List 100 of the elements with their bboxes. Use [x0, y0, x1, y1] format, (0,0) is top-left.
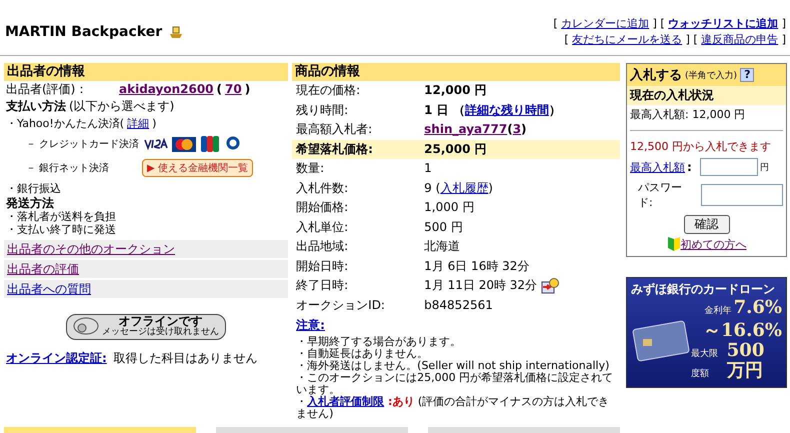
rate-high: ～16.6% [703, 321, 782, 341]
password-label: パスワード: [638, 180, 684, 210]
field-label: 数量: [296, 160, 326, 177]
value-link[interactable]: shin_aya777 [424, 120, 508, 140]
shipping-note: ・支払い終了時に発送 [6, 223, 116, 236]
section-heading: 出品者の情報 [4, 63, 288, 81]
bracket: ] [652, 17, 657, 30]
bid-title: 入札する [630, 66, 682, 84]
seller-link[interactable]: 出品者の評価 [4, 260, 288, 278]
payment-title: 支払い方法 [6, 98, 66, 115]
password-input[interactable] [700, 184, 783, 206]
restriction-link[interactable]: 入札者評価制限 [307, 395, 384, 408]
bracket: [ [553, 17, 559, 30]
card-loan-banner[interactable]: みずほ銀行のカードローン 金利年 7.6% ～16.6% 最大限度額 500万円 [626, 277, 787, 388]
offline-title: オフラインです [118, 316, 203, 327]
payment-note: (以下から選べます) [69, 98, 174, 115]
status-heading: 現在の入札状況 [627, 86, 786, 105]
bracket: [ [564, 33, 570, 46]
beginner-mark-icon [666, 236, 680, 252]
field-label: 終了日時: [296, 277, 350, 294]
field-label: 現在の価格: [296, 82, 362, 99]
rate-low: 7.6% [734, 298, 782, 318]
payment-method: ・銀行振込 [6, 181, 61, 196]
header-link[interactable]: ウォッチリストに追加 [668, 17, 778, 30]
notice-link[interactable]: 注意: [296, 317, 325, 334]
seller-link[interactable]: 出品者のその他のオークション [4, 240, 288, 258]
field-label: 入札単位: [296, 218, 350, 236]
bracket: ] [780, 33, 786, 46]
field-label: 開始日時: [296, 258, 350, 274]
highest-bid: 最高入札額: 12,000 円 [629, 107, 746, 123]
paren: ) [152, 116, 156, 132]
bank-list-button[interactable]: ▶ 使える金融機関一覧 [142, 159, 253, 177]
yen-unit: 円 [760, 162, 769, 174]
field-value: 1,000 円 [424, 199, 474, 216]
field-value: 1月 11日 20時 32分 [424, 277, 538, 294]
field-value: 9 ( [424, 180, 440, 196]
field-label: 残り時間: [296, 102, 350, 118]
field-label: 希望落札価格: [296, 140, 374, 158]
field-value: ） [548, 102, 561, 118]
field-value: 12,000 円 [424, 82, 487, 99]
notice-item: ・自動延長はありません。 [295, 348, 430, 360]
banner-headline: みずほ銀行のカードローン [631, 281, 776, 298]
certificate-link[interactable]: オンライン認定証: [6, 350, 107, 367]
notice-item: ・早期終了する場合があります。 [295, 336, 462, 348]
field-label: 開始価格: [296, 199, 350, 216]
bracket: ] [684, 33, 690, 46]
seller-link[interactable]: 出品者への質問 [4, 280, 288, 298]
max-bid-input[interactable] [700, 158, 758, 176]
colon: : [687, 160, 692, 174]
rating-link[interactable]: 70 [225, 81, 242, 98]
header-link[interactable]: 友だちにメールを送る [572, 33, 682, 46]
shipping-note: ・落札者が送料を負担 [6, 210, 116, 223]
value-link[interactable]: 3 [512, 120, 522, 140]
seller-name-link[interactable]: akidayon2600 [119, 81, 214, 98]
field-value: 1 日 （ [424, 102, 465, 118]
field-value: 1月 6日 16時 32分 [424, 258, 530, 274]
field-value: ) [488, 180, 493, 196]
paren: ( [216, 81, 222, 98]
field-value: 500 円 [424, 218, 463, 236]
speech-bubble-icon [73, 317, 100, 337]
payment-method: － クレジットカード決済 [26, 138, 138, 152]
header-link[interactable]: カレンダーに追加 [561, 17, 650, 30]
card-brand-icon [172, 136, 196, 152]
header-link[interactable]: 違反商品の申告 [701, 33, 778, 46]
card-brand-icon [200, 136, 220, 152]
field-label: 入札件数: [296, 180, 350, 196]
section-heading: 商品の情報 [292, 63, 620, 81]
field-value: 25,000 円 [424, 140, 487, 158]
field-value: b84852561 [424, 296, 493, 314]
limit-amount: 500万円 [726, 341, 766, 381]
value-link[interactable]: 詳細な残り時間 [464, 100, 549, 120]
beginner-link[interactable]: 初めての方へ [680, 236, 746, 252]
bid-title-note: (半角で入力) [685, 70, 738, 82]
notice-item: ・海外発送はしません。(Seller will not ship internationally) [295, 360, 610, 372]
offline-note: メッセージは受け取れません [102, 327, 220, 338]
confirm-button[interactable]: 確認 [684, 215, 730, 234]
field-value: ) [521, 121, 527, 138]
value-link[interactable]: 入札履歴 [440, 178, 488, 198]
payment-method: ・Yahoo!かんたん決済( [6, 116, 124, 132]
limit-label: 最大限度額 [691, 348, 720, 381]
page-title: MARTIN Backpacker [5, 24, 162, 40]
boat-icon [168, 24, 184, 40]
field-value: 北海道 [424, 238, 460, 255]
field-label: オークションID: [296, 296, 386, 314]
notice-item: ・入札者評価制限 :あり (評価の合計がマイナスの方は入札できません) [295, 396, 610, 420]
payment-method: － 銀行ネット決済 [26, 162, 110, 176]
shipping-title: 発送方法 [6, 197, 54, 210]
card-brand-icon [224, 136, 242, 152]
max-bid-link[interactable]: 最高入札額 [630, 160, 686, 174]
help-icon[interactable]: ? [740, 68, 754, 82]
paren: ) [244, 81, 250, 98]
minimum-bid-note: 12,500 円から入札できます [629, 139, 772, 155]
calendar-clock-icon[interactable] [541, 278, 560, 294]
bracket: [ [659, 17, 666, 30]
bracket: [ [692, 33, 699, 46]
bracket: ] [780, 17, 786, 30]
field-value: ( [507, 121, 513, 138]
details-link[interactable]: 詳細 [127, 115, 150, 132]
notice-item: ・このオークションには25,000 円が希望落札価格に設定されています。 [295, 372, 614, 396]
certificate-text: 取得した科目はありません [112, 350, 258, 367]
